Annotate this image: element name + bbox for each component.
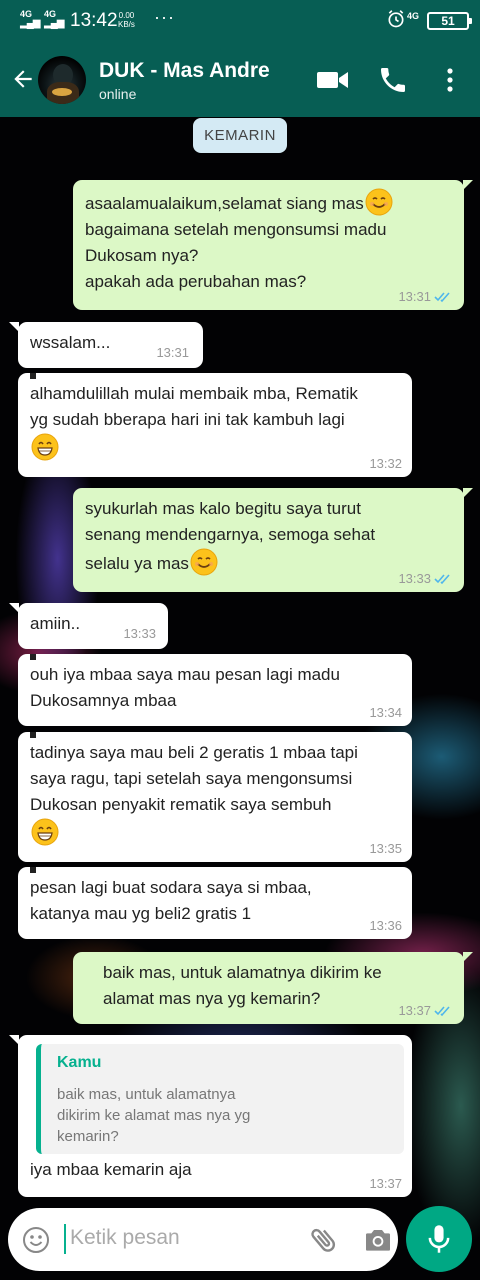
message-meta: 13:33: [398, 572, 454, 586]
network-type: 4G: [407, 11, 420, 21]
more-options-icon[interactable]: [437, 64, 463, 96]
chat-header: DUK - Mas Andre online: [0, 42, 480, 117]
voice-record-button[interactable]: [406, 1206, 472, 1272]
message-meta: 13:31: [398, 290, 454, 304]
emoji-icon[interactable]: [22, 1226, 50, 1254]
battery-indicator: 51: [427, 12, 472, 30]
signal-indicator-2: 4G ▂▄▆: [44, 10, 64, 29]
message-incoming[interactable]: alhamdulillah mulai membaik mba, Rematik…: [18, 373, 412, 477]
message-meta: 13:35: [369, 842, 402, 856]
message-text: syukurlah mas kalo begitu saya turut sen…: [85, 496, 452, 577]
message-meta: 13:32: [369, 457, 402, 471]
back-arrow-icon[interactable]: [10, 66, 36, 92]
message-meta: 13:34: [369, 706, 402, 720]
message-time: 13:31: [156, 345, 189, 360]
message-time: 13:33: [123, 626, 156, 641]
message-text: alhamdulillah mulai membaik mba, Rematik…: [30, 381, 400, 462]
message-time: 13:34: [369, 705, 402, 720]
signal-bars-icon: ▂▄▆: [44, 18, 64, 29]
voice-call-icon[interactable]: [376, 64, 410, 96]
network-speed: 0.00 KB/s: [118, 11, 135, 29]
quoted-author: Kamu: [57, 1054, 102, 1071]
message-incoming[interactable]: wssalam... 13:31: [9, 322, 203, 368]
read-receipt-icon: [434, 292, 450, 303]
message-meta: 13:33: [123, 627, 156, 641]
message-composer[interactable]: Ketik pesan: [8, 1208, 398, 1271]
smiling-emoji-icon: [365, 188, 393, 216]
message-input[interactable]: Ketik pesan: [70, 1226, 180, 1250]
notification-dots: ···: [154, 7, 175, 27]
signal-indicator-1: 4G ▂▄▆: [20, 10, 40, 29]
microphone-icon: [428, 1225, 450, 1253]
grinning-emoji-icon: [31, 818, 59, 846]
message-incoming[interactable]: amiin.. 13:33: [9, 603, 168, 649]
status-time: 13:42: [70, 10, 118, 31]
message-time: 13:37: [369, 1176, 402, 1191]
alarm-icon: [388, 10, 404, 28]
text-caret: [64, 1224, 66, 1254]
smiling-emoji-icon: [190, 548, 218, 576]
quoted-message[interactable]: Kamu baik mas, untuk alamatnya dikirim k…: [36, 1044, 404, 1154]
message-incoming[interactable]: pesan lagi buat sodara saya si mbaa, kat…: [18, 867, 412, 939]
read-receipt-icon: [434, 1006, 450, 1017]
video-call-icon[interactable]: [316, 64, 350, 96]
message-text: ouh iya mbaa saya mau pesan lagi madu Du…: [30, 665, 340, 710]
read-receipt-icon: [434, 574, 450, 585]
message-time: 13:35: [369, 841, 402, 856]
message-text: tadinya saya mau beli 2 geratis 1 mbaa t…: [30, 740, 400, 847]
message-time: 13:36: [369, 918, 402, 933]
message-outgoing[interactable]: asaalamualaikum,selamat siang mas bagaim…: [73, 180, 473, 310]
message-outgoing[interactable]: baik mas, untuk alamatnya dikirim ke ala…: [73, 952, 473, 1024]
network-speed-value: 0.00: [118, 11, 135, 20]
message-meta: 13:31: [156, 346, 189, 360]
message-meta: 13:37: [398, 1004, 454, 1018]
status-bar: 4G ▂▄▆ 4G ▂▄▆ 13:42 0.00 KB/s ··· 4G 51: [0, 0, 480, 42]
message-incoming[interactable]: ouh iya mbaa saya mau pesan lagi madu Du…: [18, 654, 412, 726]
grinning-emoji-icon: [31, 433, 59, 461]
message-time: 13:37: [398, 1003, 431, 1018]
contact-avatar[interactable]: [38, 56, 86, 104]
quoted-text: baik mas, untuk alamatnya dikirim ke ala…: [57, 1086, 251, 1145]
message-time: 13:32: [369, 456, 402, 471]
camera-icon[interactable]: [362, 1224, 394, 1256]
network-speed-unit: KB/s: [118, 20, 135, 29]
message-meta: 13:37: [369, 1177, 402, 1191]
contact-name[interactable]: DUK - Mas Andre: [99, 59, 270, 83]
contact-presence: online: [99, 86, 137, 102]
attachment-icon[interactable]: [308, 1224, 340, 1256]
message-text: iya mbaa kemarin aja: [30, 1160, 192, 1179]
message-time: 13:33: [398, 571, 431, 586]
message-text: pesan lagi buat sodara saya si mbaa, kat…: [30, 878, 312, 923]
message-meta: 13:36: [369, 919, 402, 933]
message-time: 13:31: [398, 289, 431, 304]
message-incoming[interactable]: tadinya saya mau beli 2 geratis 1 mbaa t…: [18, 732, 412, 862]
signal-bars-icon: ▂▄▆: [20, 18, 40, 29]
date-divider: KEMARIN: [193, 118, 287, 153]
message-outgoing[interactable]: syukurlah mas kalo begitu saya turut sen…: [73, 488, 473, 592]
message-text: asaalamualaikum,selamat siang mas bagaim…: [85, 188, 452, 295]
